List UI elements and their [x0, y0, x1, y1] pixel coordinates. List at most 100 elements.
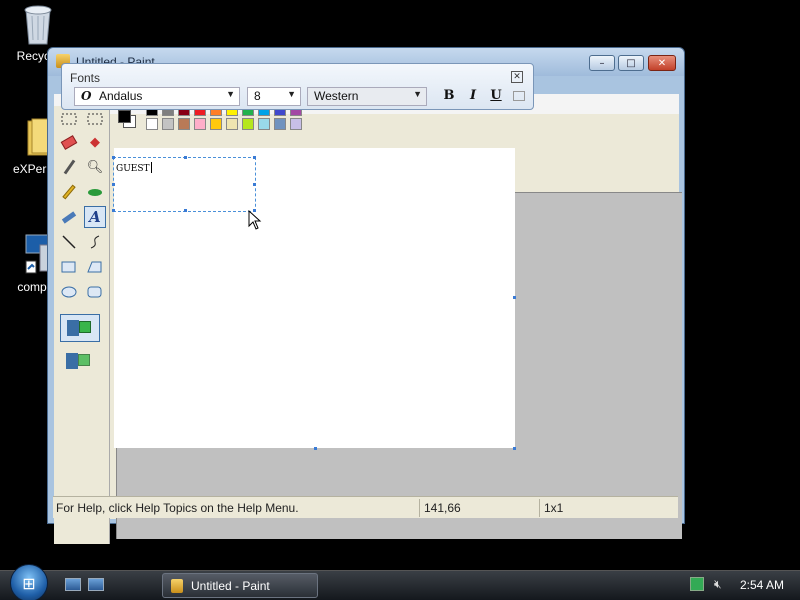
switch-windows-button[interactable]: [88, 578, 104, 591]
line-tool[interactable]: [58, 231, 80, 253]
script-value: Western: [314, 89, 359, 103]
chevron-down-icon: ▼: [287, 89, 296, 99]
vertical-text-button[interactable]: [510, 88, 528, 106]
transparent-shape: [78, 354, 90, 366]
show-desktop-button[interactable]: [65, 578, 81, 591]
mouse-cursor-icon: [248, 210, 262, 230]
eraser-icon: [60, 134, 78, 150]
palette-swatch[interactable]: [162, 118, 174, 130]
opaque-shape: [79, 321, 91, 333]
script-select[interactable]: Western ▼: [307, 87, 427, 106]
polygon-tool[interactable]: [84, 256, 106, 278]
clock[interactable]: 2:54 AM: [740, 578, 784, 592]
rounded-rect-icon: [87, 286, 102, 298]
opaque-icon: [67, 320, 79, 336]
rounded-rect-tool[interactable]: [84, 281, 106, 303]
status-help-text: For Help, click Help Topics on the Help …: [56, 501, 299, 515]
ellipse-tool[interactable]: [58, 281, 80, 303]
close-icon: ✕: [657, 57, 667, 69]
paint-bucket-icon: ◆: [90, 134, 100, 150]
transparent-icon: [66, 353, 78, 369]
palette-swatch[interactable]: [178, 118, 190, 130]
magnifier-icon: 🔍︎: [86, 159, 104, 175]
magnifier-tool[interactable]: 🔍︎: [84, 156, 106, 178]
fonts-toolbar-title: Fonts: [70, 71, 101, 85]
transparent-background-option[interactable]: [60, 348, 100, 376]
network-icon[interactable]: [690, 577, 704, 591]
maximize-button[interactable]: □: [618, 55, 644, 71]
canvas-text-value: GUEST: [116, 164, 150, 174]
pencil-icon: [62, 184, 76, 200]
palette-swatch[interactable]: [194, 118, 206, 130]
textbox-handle[interactable]: [112, 156, 115, 159]
line-icon: [62, 235, 76, 249]
fill-tool[interactable]: ◆: [84, 131, 106, 153]
eraser-tool[interactable]: [58, 131, 80, 153]
windows-logo-icon: ⊞: [10, 564, 48, 600]
palette-swatch[interactable]: [274, 118, 286, 130]
textbox-handle[interactable]: [184, 156, 187, 159]
polygon-icon: [87, 261, 102, 273]
palette-swatch[interactable]: [258, 118, 270, 130]
textbox-handle[interactable]: [112, 209, 115, 212]
font-name-select[interactable]: O Andalus ▼: [74, 87, 240, 106]
status-separator: [539, 499, 540, 517]
eyedropper-icon: [63, 159, 75, 175]
taskbar: [0, 570, 800, 600]
color-picker-tool[interactable]: [58, 156, 80, 178]
text-input-box[interactable]: GUEST: [112, 156, 256, 212]
underline-button[interactable]: U: [487, 88, 505, 106]
textbox-handle[interactable]: [184, 209, 187, 212]
taskbar-button-label: Untitled - Paint: [191, 579, 270, 593]
curve-icon: [90, 235, 100, 249]
curve-tool[interactable]: [84, 231, 106, 253]
status-selection-size: 1x1: [544, 501, 564, 515]
primary-color: [118, 110, 131, 123]
opaque-background-option[interactable]: [60, 314, 100, 342]
brush-tool[interactable]: [84, 181, 106, 203]
fonts-toolbar: Fonts ✕ O Andalus ▼ 8 ▼ Western ▼ B I U: [61, 63, 534, 110]
pencil-tool[interactable]: [58, 181, 80, 203]
palette-swatch[interactable]: [146, 118, 158, 130]
free-select-tool[interactable]: [58, 108, 80, 130]
bold-button[interactable]: B: [440, 88, 458, 106]
rectangle-tool[interactable]: [58, 256, 80, 278]
minimize-button[interactable]: –: [589, 55, 615, 71]
current-colors[interactable]: [116, 108, 138, 130]
font-size-select[interactable]: 8 ▼: [247, 87, 301, 106]
status-bar: For Help, click Help Topics on the Help …: [53, 496, 678, 518]
close-button[interactable]: ✕: [648, 55, 676, 71]
textbox-handle[interactable]: [253, 156, 256, 159]
text-tool-icon: A: [89, 208, 101, 226]
select-tool[interactable]: [84, 108, 106, 130]
text-tool[interactable]: A: [84, 206, 106, 228]
airbrush-icon: [61, 210, 77, 224]
canvas-resize-handle[interactable]: [513, 447, 516, 450]
palette-swatch[interactable]: [242, 118, 254, 130]
canvas-resize-handle[interactable]: [314, 447, 317, 450]
font-size-value: 8: [254, 89, 261, 103]
airbrush-tool[interactable]: [58, 206, 80, 228]
status-cursor-coords: 141,66: [424, 501, 461, 515]
desktop-icon-label: comp: [17, 280, 47, 294]
palette-swatch[interactable]: [210, 118, 222, 130]
tool-box: ◆ 🔍︎ A: [54, 106, 110, 544]
fonts-close-button[interactable]: ✕: [511, 71, 523, 83]
canvas-resize-handle[interactable]: [513, 296, 516, 299]
volume-muted-icon[interactable]: 🔇︎: [714, 577, 730, 591]
italic-button[interactable]: I: [464, 88, 482, 106]
recycle-bin-icon: [18, 2, 58, 46]
paint-app-icon: [171, 579, 183, 593]
rectangle-icon: [61, 261, 76, 273]
vertical-text-icon: [513, 91, 525, 101]
palette-swatch[interactable]: [290, 118, 302, 130]
ellipse-icon: [61, 286, 77, 298]
chevron-down-icon: ▼: [226, 89, 235, 99]
text-caret: [150, 162, 152, 173]
textbox-handle[interactable]: [112, 183, 115, 186]
taskbar-button-paint[interactable]: Untitled - Paint: [162, 573, 318, 598]
start-button[interactable]: ⊞: [10, 564, 50, 600]
palette-swatch[interactable]: [226, 118, 238, 130]
canvas-text: GUEST: [116, 162, 152, 174]
textbox-handle[interactable]: [253, 183, 256, 186]
